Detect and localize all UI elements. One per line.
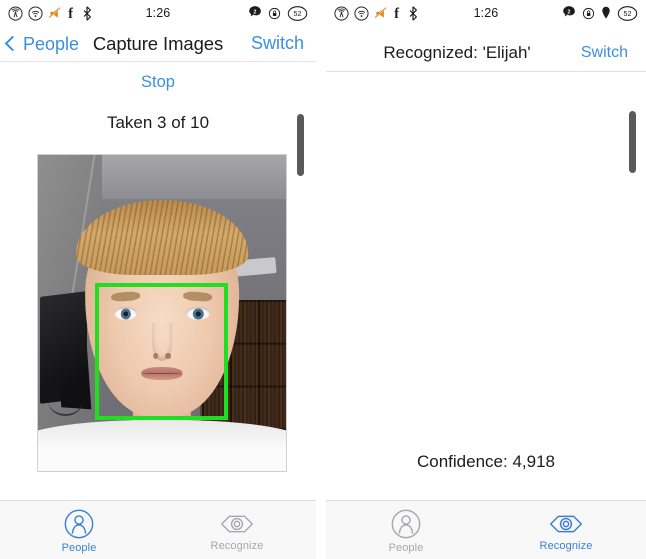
bluetooth-icon — [409, 5, 417, 21]
wifi-icon — [28, 5, 43, 21]
status-bar-left-icons: f — [326, 6, 418, 21]
bluetooth-icon — [83, 5, 91, 21]
battery-icon: 52 — [617, 5, 638, 21]
cell-tower-icon — [8, 5, 23, 21]
navigation-bar: Recognized: 'Elijah' Switch — [326, 34, 646, 72]
tab-people[interactable]: People — [326, 501, 486, 559]
switch-camera-button[interactable]: Switch — [581, 44, 628, 62]
capture-progress-label: Taken 3 of 10 — [106, 113, 210, 132]
tab-recognize[interactable]: Recognize — [158, 501, 316, 559]
capture-images-screen: f 1:26 2 52 People Capture Images Switch… — [0, 0, 316, 559]
svg-text:52: 52 — [624, 10, 632, 18]
person-circle-icon — [64, 509, 94, 539]
wifi-icon — [354, 5, 369, 21]
person-shirt — [38, 420, 286, 471]
message-badge-icon: 2 — [249, 6, 261, 17]
battery-icon: 52 — [287, 5, 308, 21]
facebook-icon: f — [394, 6, 399, 21]
mute-icon — [374, 7, 387, 19]
status-bar-right-icons: 2 52 — [562, 0, 638, 26]
navigation-bar: People Capture Images Switch — [0, 26, 316, 62]
hair — [75, 200, 249, 276]
tab-bar: People Recognize — [0, 500, 316, 559]
tab-recognize-label: Recognize — [210, 540, 264, 552]
recognize-screen: f 1:26 2 52 Recognized: 'Elijah' Switch … — [326, 0, 646, 559]
mute-icon — [48, 7, 61, 19]
eye-icon — [221, 515, 253, 533]
cable-object — [47, 386, 83, 417]
svg-text:2: 2 — [568, 9, 571, 15]
person-circle-icon — [391, 509, 421, 539]
hair-strands — [75, 200, 249, 276]
app-screenshot: f 1:26 2 52 People Capture Images Switch… — [0, 0, 646, 559]
stop-button[interactable]: Stop — [0, 73, 316, 92]
face-detection-box — [95, 283, 228, 420]
cell-tower-icon — [334, 5, 349, 21]
svg-text:f: f — [68, 6, 73, 21]
eye-icon — [549, 515, 583, 533]
svg-text:52: 52 — [294, 10, 302, 18]
camera-preview[interactable] — [37, 154, 287, 472]
svg-text:f: f — [394, 6, 399, 21]
status-bar-left-icons: f — [0, 6, 92, 21]
scroll-indicator[interactable] — [629, 111, 636, 173]
tab-people[interactable]: People — [0, 501, 158, 559]
confidence-label: Confidence: 4,918 — [417, 452, 555, 471]
tab-recognize-label: Recognize — [539, 540, 593, 552]
tab-bar: People Recognize — [326, 500, 646, 559]
scroll-indicator[interactable] — [297, 114, 304, 176]
status-bar: f 1:26 2 52 — [326, 0, 646, 26]
rotation-lock-icon — [582, 7, 595, 19]
svg-text:2: 2 — [254, 9, 257, 15]
location-pin-icon — [602, 6, 610, 19]
facebook-icon: f — [68, 6, 73, 21]
rotation-lock-icon — [268, 7, 281, 19]
status-bar-right-icons: 2 52 — [248, 0, 308, 26]
tab-people-label: People — [388, 542, 424, 554]
message-badge-icon: 2 — [563, 6, 575, 17]
switch-camera-button[interactable]: Switch — [251, 33, 304, 54]
status-bar: f 1:26 2 52 — [0, 0, 316, 26]
tab-recognize[interactable]: Recognize — [486, 501, 646, 559]
tab-people-label: People — [61, 542, 97, 554]
